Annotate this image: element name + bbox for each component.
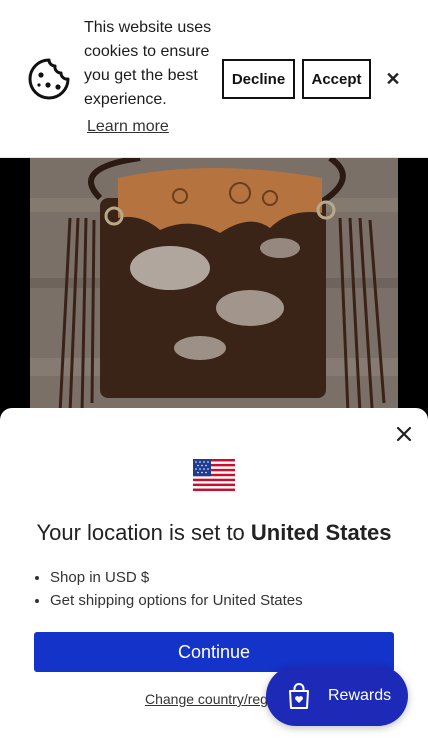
cookie-message: This website uses cookies to ensure you … xyxy=(84,19,212,108)
shopping-bag-heart-icon xyxy=(289,683,309,709)
decline-button[interactable]: Decline xyxy=(222,59,295,99)
location-country: United States xyxy=(250,520,392,545)
product-image-area xyxy=(0,158,428,418)
list-item: Get shipping options for United States xyxy=(50,589,303,612)
list-item: Shop in USD $ xyxy=(50,566,303,589)
rewards-button[interactable]: Rewards xyxy=(266,666,408,726)
cookie-icon xyxy=(28,58,70,100)
rewards-label: Rewards xyxy=(328,687,392,704)
accept-button[interactable]: Accept xyxy=(302,59,371,99)
product-photo[interactable] xyxy=(30,158,398,418)
cookie-banner: This website uses cookies to ensure you … xyxy=(0,0,428,158)
location-title-prefix: Your location is set to xyxy=(36,520,245,545)
cookie-close-button[interactable]: ✕ xyxy=(383,67,403,91)
location-benefits-list: Shop in USD $ Get shipping options for U… xyxy=(50,566,303,612)
location-title: Your location is set to United States xyxy=(0,518,428,548)
learn-more-link[interactable]: Learn more xyxy=(87,115,169,139)
close-icon[interactable] xyxy=(394,424,414,444)
handbag-illustration xyxy=(30,158,398,418)
us-flag-icon xyxy=(193,459,235,491)
